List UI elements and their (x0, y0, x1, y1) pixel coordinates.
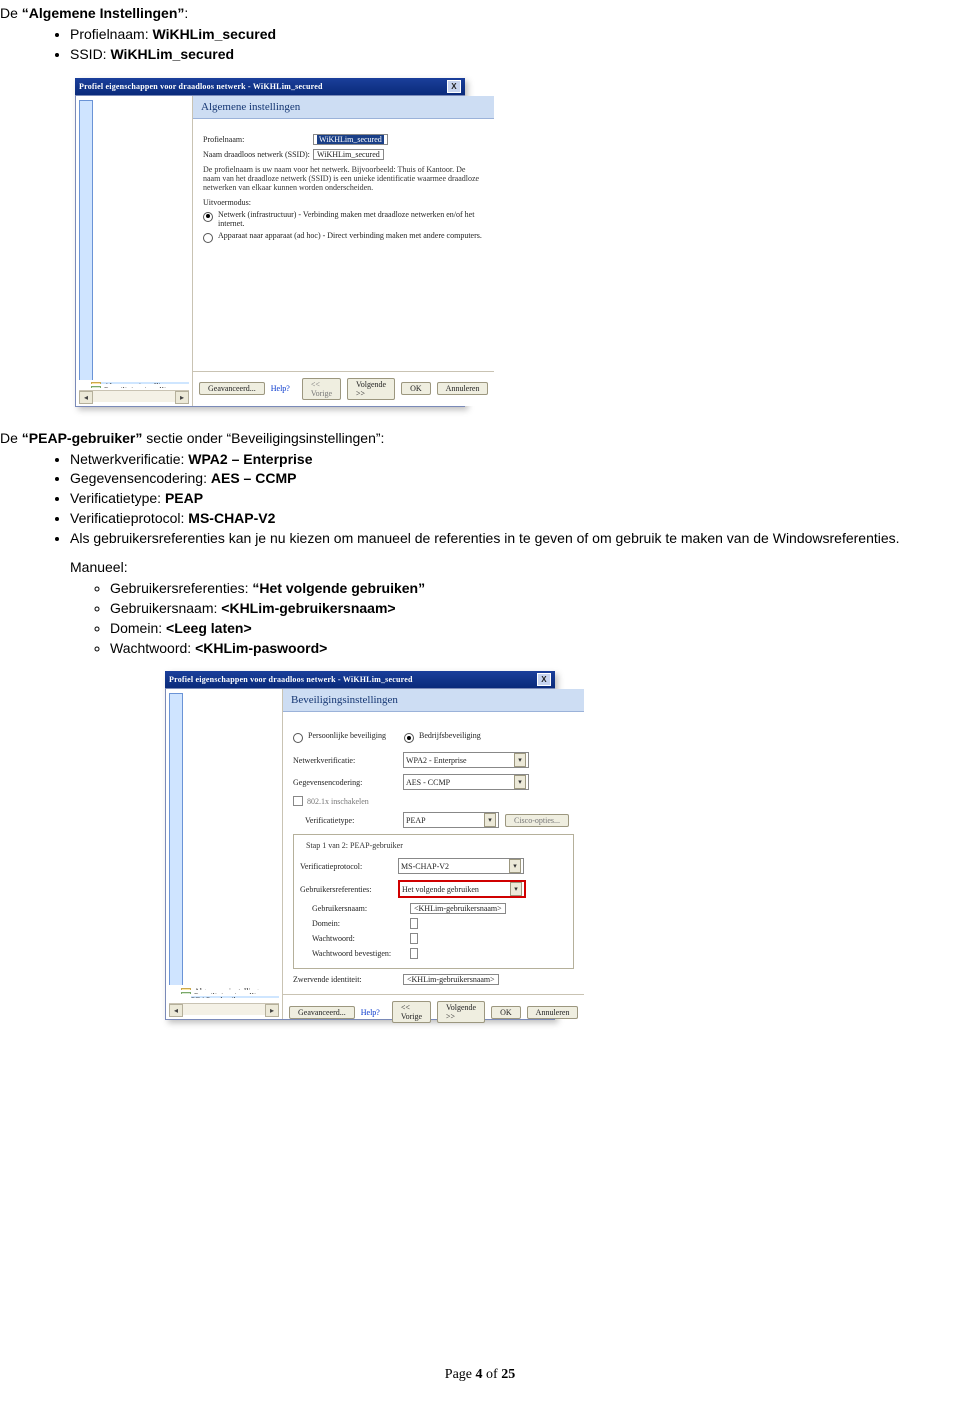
label-user: Gebruikersnaam: (312, 904, 410, 913)
lock-icon (91, 386, 101, 388)
radio-dot-icon (293, 733, 303, 743)
input-ssid[interactable]: WiKHLim_secured (313, 149, 384, 160)
advanced-button[interactable]: Geavanceerd... (199, 382, 265, 395)
input-password-confirm[interactable] (410, 948, 418, 959)
tree-item-algemene[interactable]: Algemene instellingen (91, 382, 189, 384)
tree-item-algemene[interactable]: Algemene instellingen (181, 987, 279, 989)
chevron-down-icon: ▾ (514, 753, 526, 767)
radio-dot-icon (203, 212, 213, 222)
next-button[interactable]: Volgende >> (437, 1001, 485, 1023)
heading-peap-gebruiker: De “PEAP-gebruiker” sectie onder “Beveil… (0, 429, 948, 448)
tree-item-profile[interactable]: Profielnaam:WiKHLim_secured (169, 693, 279, 985)
radio-dot-icon (203, 233, 213, 243)
combo-credentials[interactable]: Het volgende gebruiken▾ (398, 880, 526, 898)
heading-manueel: Manueel: (70, 558, 948, 577)
folder-icon (91, 382, 101, 384)
radio-personal[interactable]: Persoonlijke beveiliging (293, 731, 386, 743)
fieldset-peap: Stap 1 van 2: PEAP-gebruiker Verificatie… (293, 834, 574, 969)
scroll-right-icon[interactable]: ▸ (175, 391, 189, 404)
page-footer: Page 4 of 25 (0, 1367, 960, 1383)
label-enc: Gegevensencodering: (293, 778, 403, 787)
help-text: De profielnaam is uw naam voor het netwe… (203, 165, 484, 192)
tree-item-profile[interactable]: Profielnaam:WiKHLim_secured (79, 100, 189, 380)
radio-infrastructure[interactable]: Netwerk (infrastructuur) - Verbinding ma… (203, 210, 484, 228)
cancel-button[interactable]: Annuleren (437, 382, 489, 395)
advanced-button[interactable]: Geavanceerd... (289, 1006, 355, 1019)
prev-button[interactable]: << Vorige (302, 378, 341, 400)
combo-netver[interactable]: WPA2 - Enterprise▾ (403, 752, 529, 768)
window-title: Profiel eigenschappen voor draadloos net… (169, 675, 413, 684)
button-bar: Geavanceerd... Help? << Vorige Volgende … (193, 371, 494, 406)
scroll-left-icon[interactable]: ◂ (79, 391, 93, 404)
chevron-down-icon: ▾ (509, 859, 521, 873)
input-profielnaam[interactable]: WiKHLim_secured (313, 134, 388, 145)
label-vtype: Verificatietype: (305, 816, 403, 825)
cancel-button[interactable]: Annuleren (527, 1006, 579, 1019)
button-bar: Geavanceerd... Help? << Vorige Volgende … (283, 994, 584, 1029)
checkbox-8021x[interactable]: 802.1x inschakelen (293, 796, 574, 806)
tree-item-beveiliging[interactable]: Beveiligingsinstellingen (181, 992, 279, 994)
input-roaming[interactable]: <KHLim-gebruikersnaam> (403, 974, 499, 985)
screenshot-algemene-instellingen: Profiel eigenschappen voor draadloos net… (75, 78, 465, 407)
tree-item-beveiliging[interactable]: Beveiligingsinstellingen (91, 386, 189, 388)
page-icon (169, 693, 183, 985)
chevron-down-icon: ▾ (484, 813, 496, 827)
help-link[interactable]: Help? (271, 384, 290, 393)
scroll-left-icon[interactable]: ◂ (169, 1004, 183, 1017)
close-icon[interactable]: X (447, 80, 461, 93)
input-domain[interactable] (410, 918, 418, 929)
label-password: Wachtwoord: (312, 934, 410, 943)
tree-item-peap-server[interactable]: PEAP-server (191, 1000, 279, 1002)
sub-list-manueel: Gebruikersreferenties: “Het volgende geb… (0, 579, 948, 658)
scroll-right-icon[interactable]: ▸ (265, 1004, 279, 1017)
cisco-options-button[interactable]: Cisco-opties... (505, 814, 569, 827)
combo-enc[interactable]: AES - CCMP▾ (403, 774, 529, 790)
tree-pane: Profielnaam:WiKHLim_secured Algemene ins… (166, 689, 283, 1019)
label-roaming: Zwervende identiteit: (293, 975, 403, 984)
tree-pane: Profielnaam:WiKHLim_secured Algemene ins… (76, 96, 193, 406)
next-button[interactable]: Volgende >> (347, 378, 395, 400)
input-password[interactable] (410, 933, 418, 944)
label-netver: Netwerkverificatie: (293, 756, 403, 765)
label-domain: Domein: (312, 919, 410, 928)
combo-vproto[interactable]: MS-CHAP-V2▾ (398, 858, 524, 874)
prev-button[interactable]: << Vorige (392, 1001, 431, 1023)
label-uitvoermodus: Uitvoermodus: (203, 198, 484, 207)
window-titlebar: Profiel eigenschappen voor draadloos net… (75, 78, 465, 95)
window-title: Profiel eigenschappen voor draadloos net… (79, 82, 323, 91)
page-icon (79, 100, 93, 380)
label-cred: Gebruikersreferenties: (300, 885, 398, 894)
combo-vtype[interactable]: PEAP▾ (403, 812, 499, 828)
lock-icon (181, 992, 191, 994)
window-titlebar: Profiel eigenschappen voor draadloos net… (165, 671, 555, 688)
ok-button[interactable]: OK (491, 1006, 521, 1019)
heading-algemene-instellingen: De “Algemene Instellingen”: (0, 4, 948, 23)
chevron-down-icon: ▾ (514, 775, 526, 789)
bullet-list-1: Profielnaam: WiKHLim_secured SSID: WiKHL… (0, 25, 948, 64)
radio-dot-icon (404, 733, 414, 743)
tree-scrollbar[interactable]: ◂▸ (79, 390, 189, 402)
tree-scrollbar[interactable]: ◂▸ (169, 1003, 279, 1015)
screenshot-beveiligingsinstellingen: Profiel eigenschappen voor draadloos net… (165, 671, 555, 1020)
panel-heading: Beveiligingsinstellingen (283, 689, 584, 712)
radio-adhoc[interactable]: Apparaat naar apparaat (ad hoc) - Direct… (203, 231, 484, 243)
panel-heading: Algemene instellingen (193, 96, 494, 119)
close-icon[interactable]: X (537, 673, 551, 686)
ok-button[interactable]: OK (401, 382, 431, 395)
help-link[interactable]: Help? (361, 1008, 380, 1017)
tree-item-peap-user[interactable]: PEAP-gebruiker (191, 996, 279, 998)
label-profielnaam: Profielnaam: (203, 135, 313, 144)
folder-icon (181, 988, 191, 990)
label-ssid: Naam draadloos netwerk (SSID): (203, 150, 313, 159)
label-vproto: Verificatieprotocol: (300, 862, 398, 871)
radio-enterprise[interactable]: Bedrijfsbeveiliging (404, 731, 481, 743)
fieldset-legend: Stap 1 van 2: PEAP-gebruiker (304, 841, 405, 850)
label-password-confirm: Wachtwoord bevestigen: (312, 949, 410, 958)
chevron-down-icon: ▾ (510, 882, 522, 896)
checkbox-icon (293, 796, 303, 806)
input-username[interactable]: <KHLim-gebruikersnaam> (410, 903, 506, 914)
bullet-list-2: Netwerkverificatie: WPA2 – Enterprise Ge… (0, 450, 948, 548)
